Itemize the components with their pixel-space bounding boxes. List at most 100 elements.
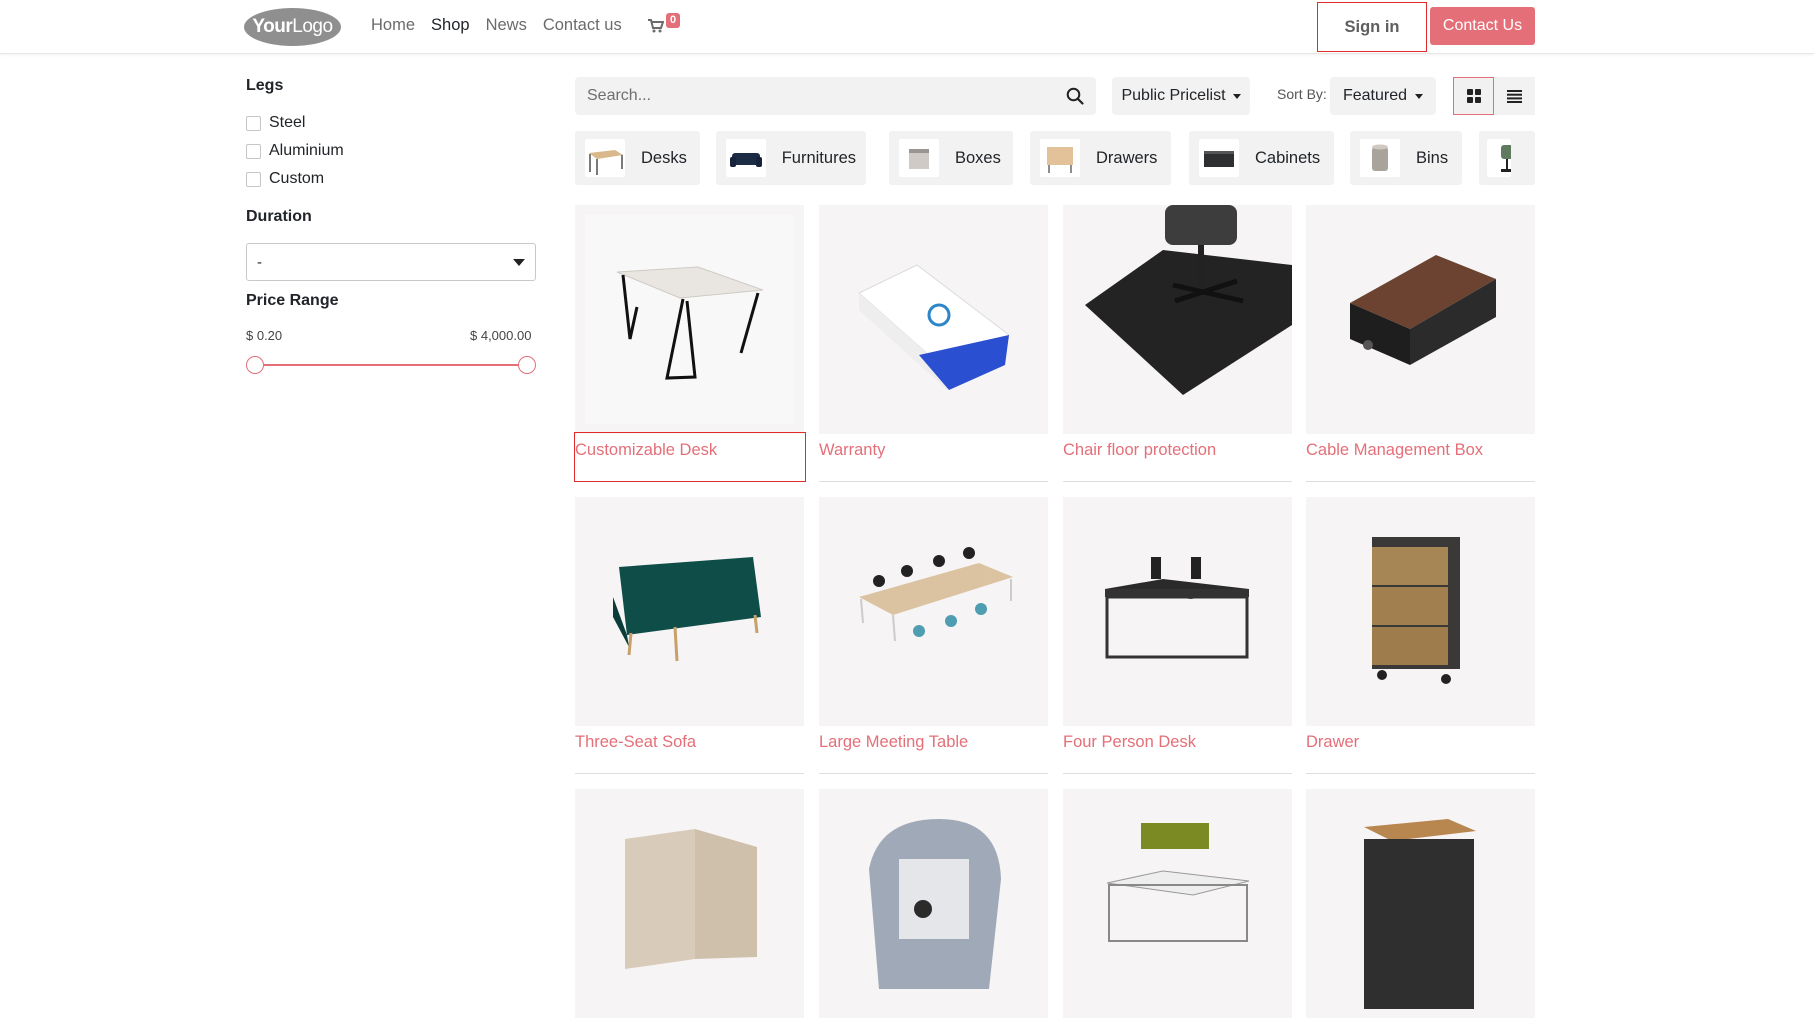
nav-home[interactable]: Home [371, 16, 415, 35]
brand-logo[interactable]: Your Logo [244, 8, 341, 46]
duration-select[interactable]: - [246, 243, 536, 281]
cart-icon [648, 19, 664, 33]
product-name-link[interactable]: Chair floor protection [1063, 441, 1216, 460]
product-card[interactable] [575, 789, 804, 1018]
divider [819, 481, 1048, 482]
sort-value: Featured [1342, 87, 1408, 104]
divider [1306, 773, 1535, 774]
desk-with-screen-image [1106, 823, 1250, 942]
option-label: Custom [269, 170, 325, 187]
product-name-link[interactable]: Four Person Desk [1063, 733, 1196, 752]
pedestal-image [1364, 819, 1476, 1009]
cable-box-image [1350, 255, 1496, 365]
product-card[interactable]: Warranty [819, 205, 1048, 482]
product-card[interactable]: Three-Seat Sofa [575, 497, 804, 774]
product-card[interactable] [1063, 789, 1292, 1018]
sign-in-button[interactable]: Sign in [1317, 2, 1427, 52]
pricelist-dropdown[interactable]: Public Pricelist [1112, 77, 1250, 115]
sort-by-dropdown[interactable]: Featured [1330, 77, 1436, 115]
product-image[interactable] [1306, 789, 1535, 1018]
caret-down-icon [1415, 93, 1424, 99]
product-image[interactable] [819, 205, 1048, 434]
grid-icon [1466, 89, 1481, 103]
product-image[interactable] [1306, 497, 1535, 726]
product-name-link[interactable]: Warranty [819, 441, 885, 460]
search-icon[interactable] [1066, 87, 1084, 105]
product-image[interactable] [819, 497, 1048, 726]
cart-link[interactable]: 0 [648, 13, 688, 39]
divider [1306, 481, 1535, 482]
divider [1063, 773, 1292, 774]
product-image[interactable] [575, 497, 804, 726]
logo-text-bold: Your [252, 16, 293, 37]
search-input[interactable] [587, 87, 1027, 105]
nav-shop[interactable]: Shop [431, 16, 470, 35]
box-thumbnail [899, 139, 939, 177]
floor-mat-image [1085, 205, 1292, 395]
price-range-max-handle[interactable] [518, 356, 536, 374]
category-label: Drawers [1096, 148, 1158, 167]
warranty-box-image [858, 264, 1010, 390]
bin-thumbnail [1360, 139, 1400, 177]
product-image[interactable] [575, 205, 804, 434]
divider [819, 773, 1048, 774]
grid-view-button[interactable] [1453, 77, 1494, 115]
sofa-thumbnail [726, 139, 766, 177]
checkbox[interactable] [246, 143, 261, 159]
product-name-link[interactable]: Large Meeting Table [819, 733, 968, 752]
nav-news[interactable]: News [486, 16, 527, 35]
sofa-image [613, 557, 761, 662]
category-lamps[interactable] [1479, 131, 1535, 185]
product-name-link[interactable]: Cable Management Box [1306, 441, 1483, 460]
contact-us-button[interactable]: Contact Us [1430, 7, 1535, 45]
cabinet-thumbnail [1199, 139, 1239, 177]
desk-image [585, 215, 794, 424]
category-label: Boxes [955, 148, 1001, 167]
product-search [575, 77, 1096, 115]
product-card[interactable]: Drawer [1306, 497, 1535, 774]
price-range-min-handle[interactable] [246, 356, 264, 374]
product-card[interactable] [819, 789, 1048, 1018]
product-image[interactable] [1063, 497, 1292, 726]
product-card[interactable]: Cable Management Box [1306, 205, 1535, 482]
category-desks[interactable]: Desks [575, 131, 700, 185]
checkbox[interactable] [246, 171, 261, 187]
list-view-button[interactable] [1494, 77, 1535, 115]
product-image[interactable] [819, 789, 1048, 1018]
product-image[interactable] [1306, 205, 1535, 434]
product-card[interactable]: Large Meeting Table [819, 497, 1048, 774]
product-card[interactable]: Four Person Desk [1063, 497, 1292, 774]
product-card[interactable] [1306, 789, 1535, 1018]
product-image[interactable] [575, 789, 804, 1018]
top-navbar: Your Logo Home Shop News Contact us 0 Sig… [0, 0, 1814, 54]
legs-option-custom[interactable]: Custom [246, 170, 324, 188]
category-boxes[interactable]: Boxes [889, 131, 1013, 185]
product-name-link[interactable]: Drawer [1306, 733, 1359, 752]
price-range-title: Price Range [246, 292, 339, 309]
legs-option-steel[interactable]: Steel [246, 114, 305, 132]
sort-by-label: Sort By: [1277, 86, 1327, 102]
category-cabinets[interactable]: Cabinets [1189, 131, 1334, 185]
lamp-thumbnail [1487, 139, 1511, 177]
legs-option-aluminium[interactable]: Aluminium [246, 142, 344, 160]
category-drawers[interactable]: Drawers [1030, 131, 1171, 185]
room-divider-image [625, 829, 757, 969]
product-card[interactable]: Customizable Desk [575, 205, 804, 482]
nav-contact-us[interactable]: Contact us [543, 16, 622, 35]
product-name-link[interactable]: Three-Seat Sofa [575, 733, 696, 752]
cart-count-badge: 0 [666, 13, 681, 28]
legs-filter-title: Legs [246, 77, 284, 94]
category-bins[interactable]: Bins [1350, 131, 1462, 185]
caret-down-icon [1232, 93, 1241, 99]
option-label: Steel [269, 114, 306, 131]
checkbox[interactable] [246, 115, 261, 131]
option-label: Aluminium [269, 142, 344, 159]
price-range-track [254, 364, 526, 366]
pricelist-label: Public Pricelist [1121, 87, 1226, 104]
four-person-desk-image [1105, 557, 1249, 659]
product-image[interactable] [1063, 205, 1292, 434]
product-card[interactable]: Chair floor protection [1063, 205, 1292, 482]
product-image[interactable] [1063, 789, 1292, 1018]
price-max-label: $ 4,000.00 [470, 328, 532, 343]
category-furnitures[interactable]: Furnitures [716, 131, 866, 185]
